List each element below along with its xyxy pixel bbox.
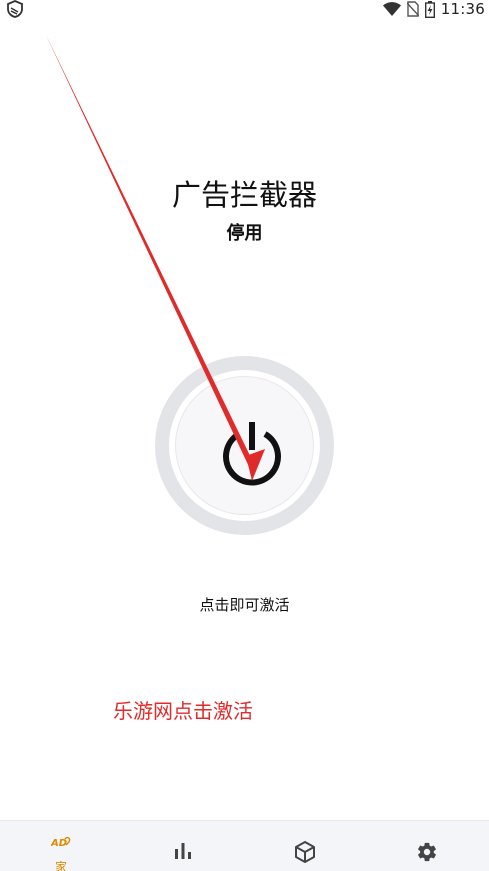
wifi-icon [382,2,401,16]
bar-chart-icon [175,843,191,859]
shield-icon [7,0,23,18]
nav-label-home: 家 [54,860,67,871]
power-button-ring [169,370,320,521]
nav-item-settings[interactable] [366,821,488,871]
ad-block-logo-icon: AD [51,836,71,849]
battery-charging-icon [424,0,435,18]
watermark-text: 乐游网点击激活 [113,699,253,723]
page-title: 广告拦截器 [171,178,317,212]
nav-item-home[interactable]: AD 家 [0,821,122,871]
power-icon [223,422,281,486]
status-right-group: 11:36 [382,0,485,18]
power-button-face [175,376,314,515]
status-time: 11:36 [440,0,485,18]
bottom-nav: AD 家 [0,820,489,871]
nav-item-stats[interactable] [122,821,244,871]
package-icon [295,841,315,863]
nav-item-packages[interactable] [244,821,366,871]
gear-icon [418,842,436,862]
power-toggle-button[interactable] [155,356,334,535]
status-label: 停用 [226,223,263,244]
status-bar: 11:36 [0,0,489,20]
activate-hint: 点击即可激活 [199,596,290,614]
svg-text:AD: AD [51,838,67,849]
no-sim-icon [406,1,419,17]
